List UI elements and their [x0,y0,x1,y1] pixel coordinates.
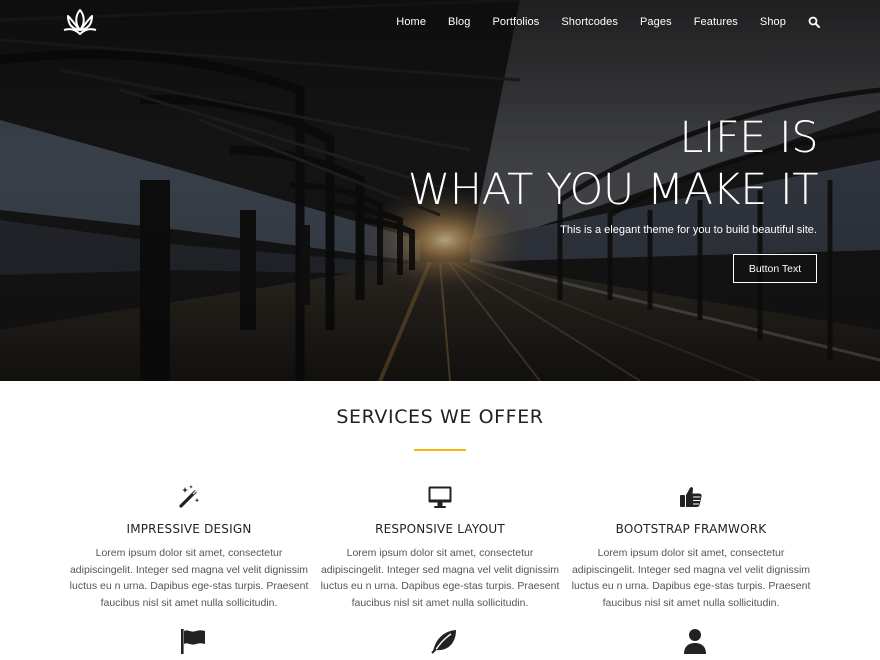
service-description: Lorem ipsum dolor sit amet, consectetur … [571,547,811,610]
hero-title: LIFE IS WHAT YOU MAKE IT [407,112,819,216]
nav-item-portfolios[interactable]: Portfolios [492,16,539,28]
hero-section: Home Blog Portfolios Shortcodes Pages Fe… [0,0,880,381]
hero-subtitle: This is a elegant theme for you to build… [560,224,817,236]
leaf-icon [431,630,456,654]
thumbs-up-icon [680,487,702,507]
magic-wand-icon [179,485,200,508]
hero-title-line-2: WHAT YOU MAKE IT [407,165,819,215]
service-description: Lorem ipsum dolor sit amet, consectetur … [69,547,309,610]
user-icon [684,629,706,654]
desktop-icon [428,486,452,508]
main-nav: Home Blog Portfolios Shortcodes Pages Fe… [396,16,820,28]
flag-icon [181,629,205,654]
service-item-bootstrap-framework: BOOTSTRAP FRAMWORK Lorem ipsum dolor sit… [571,484,811,612]
nav-item-home[interactable]: Home [396,16,426,28]
service-title: RESPONSIVE LAYOUT [375,522,505,536]
nav-item-pages[interactable]: Pages [640,16,672,28]
nav-item-shortcodes[interactable]: Shortcodes [561,16,618,28]
hero-cta-button[interactable]: Button Text [733,254,817,283]
search-icon[interactable] [808,16,820,28]
service-title: BOOTSTRAP FRAMWORK [615,522,767,536]
service-item-responsive-layout: RESPONSIVE LAYOUT Lorem ipsum dolor sit … [320,484,560,612]
lotus-icon[interactable] [60,6,100,40]
hero-title-line-1: LIFE IS [679,113,818,163]
services-title-underline [414,449,466,451]
nav-item-shop[interactable]: Shop [760,16,786,28]
services-title: SERVICES WE OFFER [336,406,544,428]
service-item-impressive-design: IMPRESSIVE DESIGN Lorem ipsum dolor sit … [69,484,309,612]
service-description: Lorem ipsum dolor sit amet, consectetur … [320,547,560,610]
nav-item-blog[interactable]: Blog [448,16,470,28]
nav-item-features[interactable]: Features [694,16,738,28]
service-title: IMPRESSIVE DESIGN [126,522,252,536]
